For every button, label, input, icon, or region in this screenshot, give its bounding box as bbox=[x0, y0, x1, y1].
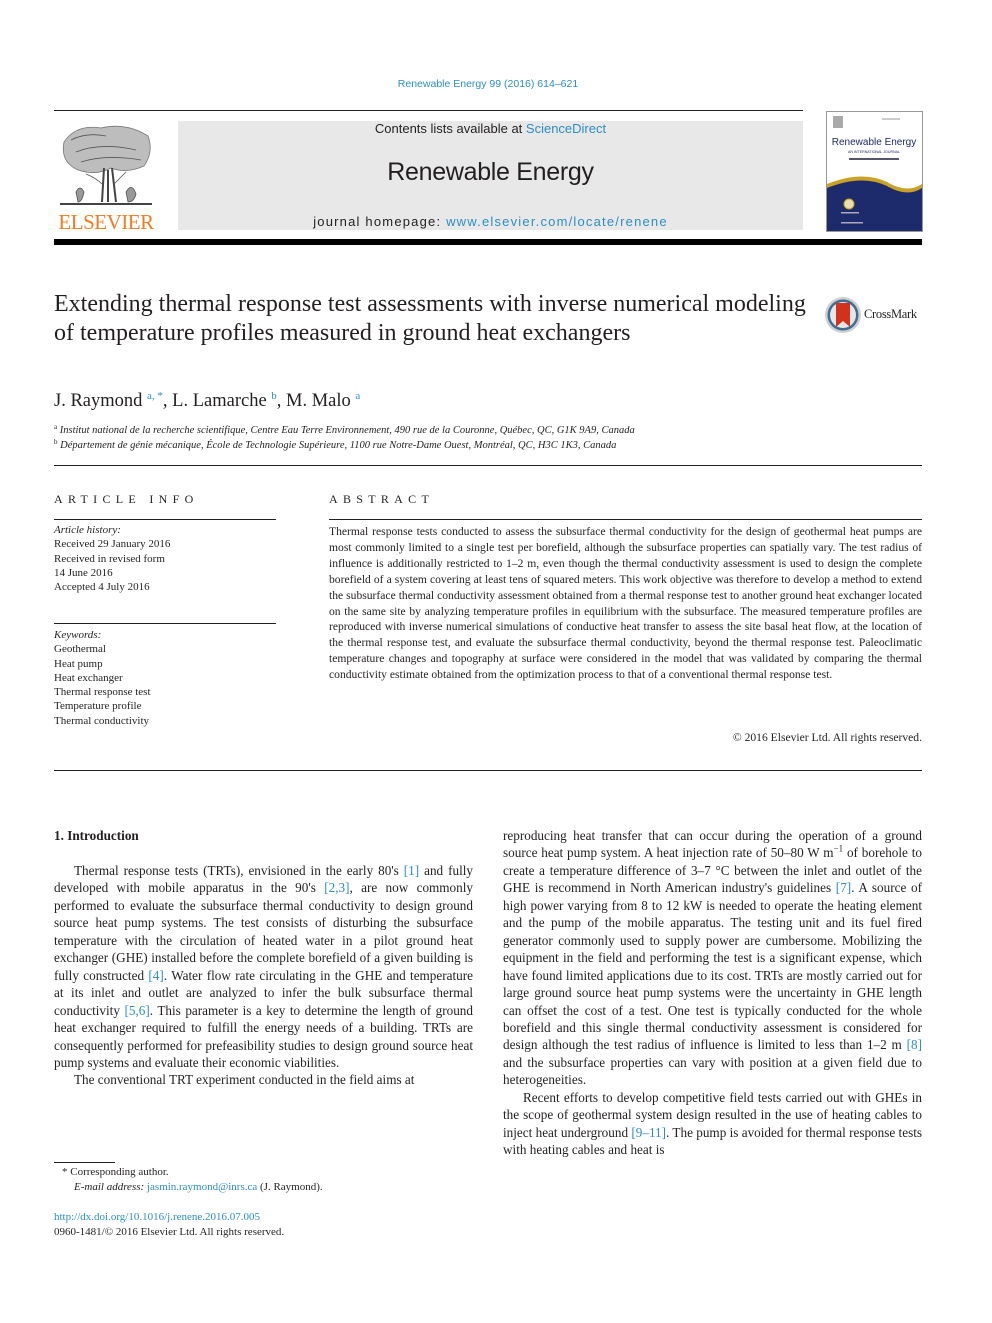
journal-cover-image[interactable]: Renewable Energy AN INTERNATIONAL JOURNA… bbox=[826, 111, 923, 232]
footnote-rule bbox=[54, 1162, 115, 1163]
keywords-label: Keywords: bbox=[54, 629, 102, 641]
homepage-prefix: journal homepage: bbox=[313, 214, 447, 229]
citation-link[interactable]: [8] bbox=[907, 1037, 922, 1052]
keyword-item: Geothermal bbox=[54, 643, 106, 656]
keyword-item: Thermal response test bbox=[54, 686, 151, 699]
citation-link[interactable]: [4] bbox=[148, 968, 163, 983]
text-run: . A source of high power varying from 8 … bbox=[503, 880, 922, 1053]
email-suffix: (J. Raymond). bbox=[257, 1181, 323, 1193]
contents-line: Contents lists available at ScienceDirec… bbox=[178, 121, 803, 137]
cover-title: Renewable Energy bbox=[832, 137, 917, 148]
citation-link[interactable]: [2,3] bbox=[324, 880, 349, 895]
article-info-heading: ARTICLE INFO bbox=[54, 492, 199, 506]
contents-prefix: Contents lists available at bbox=[374, 121, 526, 136]
abstract-rule bbox=[329, 519, 922, 520]
article-history: Article history: Received 29 January 201… bbox=[54, 523, 284, 594]
text-run: and the subsurface properties can vary w… bbox=[503, 1054, 922, 1088]
author-affiliation-mark[interactable]: a, * bbox=[147, 390, 163, 402]
section-divider bbox=[54, 465, 922, 466]
journal-reference[interactable]: Renewable Energy 99 (2016) 614–621 bbox=[0, 78, 976, 90]
article-info-rule bbox=[54, 519, 276, 520]
keyword-item: Thermal conductivity bbox=[54, 714, 149, 727]
journal-homepage-link[interactable]: www.elsevier.com/locate/renene bbox=[446, 214, 668, 229]
body-column-left: Thermal response tests (TRTs), envisione… bbox=[54, 862, 473, 1089]
citation-link[interactable]: [1] bbox=[404, 863, 419, 878]
journal-homepage-line: journal homepage: www.elsevier.com/locat… bbox=[178, 214, 803, 229]
elsevier-logo[interactable]: ELSEVIER bbox=[54, 120, 158, 234]
keywords-rule bbox=[54, 623, 276, 624]
author-list: J. Raymond a, *, L. Lamarche b, M. Malo … bbox=[54, 390, 361, 411]
author-name[interactable]: M. Malo bbox=[286, 391, 351, 411]
cover-subtitle: AN INTERNATIONAL JOURNAL bbox=[848, 150, 900, 154]
author-affiliation-mark[interactable]: a bbox=[355, 390, 360, 402]
introduction-heading: 1. Introduction bbox=[54, 828, 139, 843]
email-note: E-mail address: jasmin.raymond@inrs.ca (… bbox=[74, 1180, 323, 1195]
paragraph: Thermal response tests (TRTs), envisione… bbox=[54, 862, 473, 1071]
citation-link[interactable]: [7] bbox=[836, 880, 851, 895]
doi-line: http://dx.doi.org/10.1016/j.renene.2016.… bbox=[54, 1210, 260, 1225]
crossmark-icon bbox=[825, 297, 861, 333]
text-run: Thermal response tests (TRTs), envisione… bbox=[74, 863, 404, 878]
abstract-copyright: © 2016 Elsevier Ltd. All rights reserved… bbox=[732, 731, 922, 744]
history-label: Article history: bbox=[54, 524, 121, 536]
email-link[interactable]: jasmin.raymond@inrs.ca bbox=[147, 1181, 257, 1193]
citation-link[interactable]: [5,6] bbox=[124, 1003, 149, 1018]
history-item: Received 29 January 2016 bbox=[54, 538, 171, 551]
abstract-text: Thermal response tests conducted to asse… bbox=[329, 525, 922, 682]
issn-line: 0960-1481/© 2016 Elsevier Ltd. All right… bbox=[54, 1226, 285, 1238]
history-item: Accepted 4 July 2016 bbox=[54, 581, 150, 594]
email-label: E-mail address: bbox=[74, 1181, 147, 1193]
author-name[interactable]: J. Raymond bbox=[54, 391, 142, 411]
paragraph: Recent efforts to develop competitive fi… bbox=[503, 1089, 922, 1159]
journal-title: Renewable Energy bbox=[387, 158, 594, 186]
affiliation: b Département de génie mécanique, École … bbox=[54, 438, 616, 451]
history-item: Received in revised form bbox=[54, 552, 165, 565]
elsevier-wordmark: ELSEVIER bbox=[58, 210, 154, 234]
affiliation-text: Département de génie mécanique, École de… bbox=[60, 440, 617, 451]
keyword-item: Temperature profile bbox=[54, 700, 142, 713]
superscript: −1 bbox=[833, 844, 844, 855]
corresponding-author-note: * Corresponding author. bbox=[62, 1166, 169, 1178]
crossmark-button[interactable]: CrossMark bbox=[824, 296, 924, 336]
keyword-item: Heat pump bbox=[54, 657, 103, 670]
affiliation-mark: a bbox=[54, 423, 58, 431]
keyword-item: Heat exchanger bbox=[54, 671, 123, 684]
keywords: Keywords: Geothermal Heat pump Heat exch… bbox=[54, 628, 284, 728]
author-name[interactable]: L. Lamarche bbox=[172, 391, 267, 411]
history-item: 14 June 2016 bbox=[54, 566, 113, 579]
section-divider bbox=[54, 770, 922, 771]
article-title: Extending thermal response test assessme… bbox=[54, 291, 806, 346]
sciencedirect-link[interactable]: ScienceDirect bbox=[526, 121, 606, 136]
header-top-rule bbox=[54, 110, 803, 111]
body-column-right: reproducing heat transfer that can occur… bbox=[503, 827, 922, 1159]
doi-link[interactable]: http://dx.doi.org/10.1016/j.renene.2016.… bbox=[54, 1211, 260, 1223]
affiliation-text: Institut national de la recherche scient… bbox=[59, 425, 635, 436]
elsevier-tree-icon bbox=[56, 122, 156, 210]
affiliation-mark: b bbox=[54, 438, 58, 446]
paragraph: reproducing heat transfer that can occur… bbox=[503, 827, 922, 1089]
abstract-heading: ABSTRACT bbox=[329, 492, 435, 506]
paragraph: The conventional TRT experiment conducte… bbox=[74, 1072, 415, 1088]
cover-art-icon: Renewable Energy AN INTERNATIONAL JOURNA… bbox=[827, 116, 922, 231]
journal-banner: Contents lists available at ScienceDirec… bbox=[178, 121, 803, 230]
header-bottom-rule bbox=[54, 239, 922, 245]
citation-link[interactable]: [9–11] bbox=[631, 1125, 666, 1140]
crossmark-label: CrossMark bbox=[864, 307, 917, 321]
affiliation: a Institut national de la recherche scie… bbox=[54, 423, 635, 436]
